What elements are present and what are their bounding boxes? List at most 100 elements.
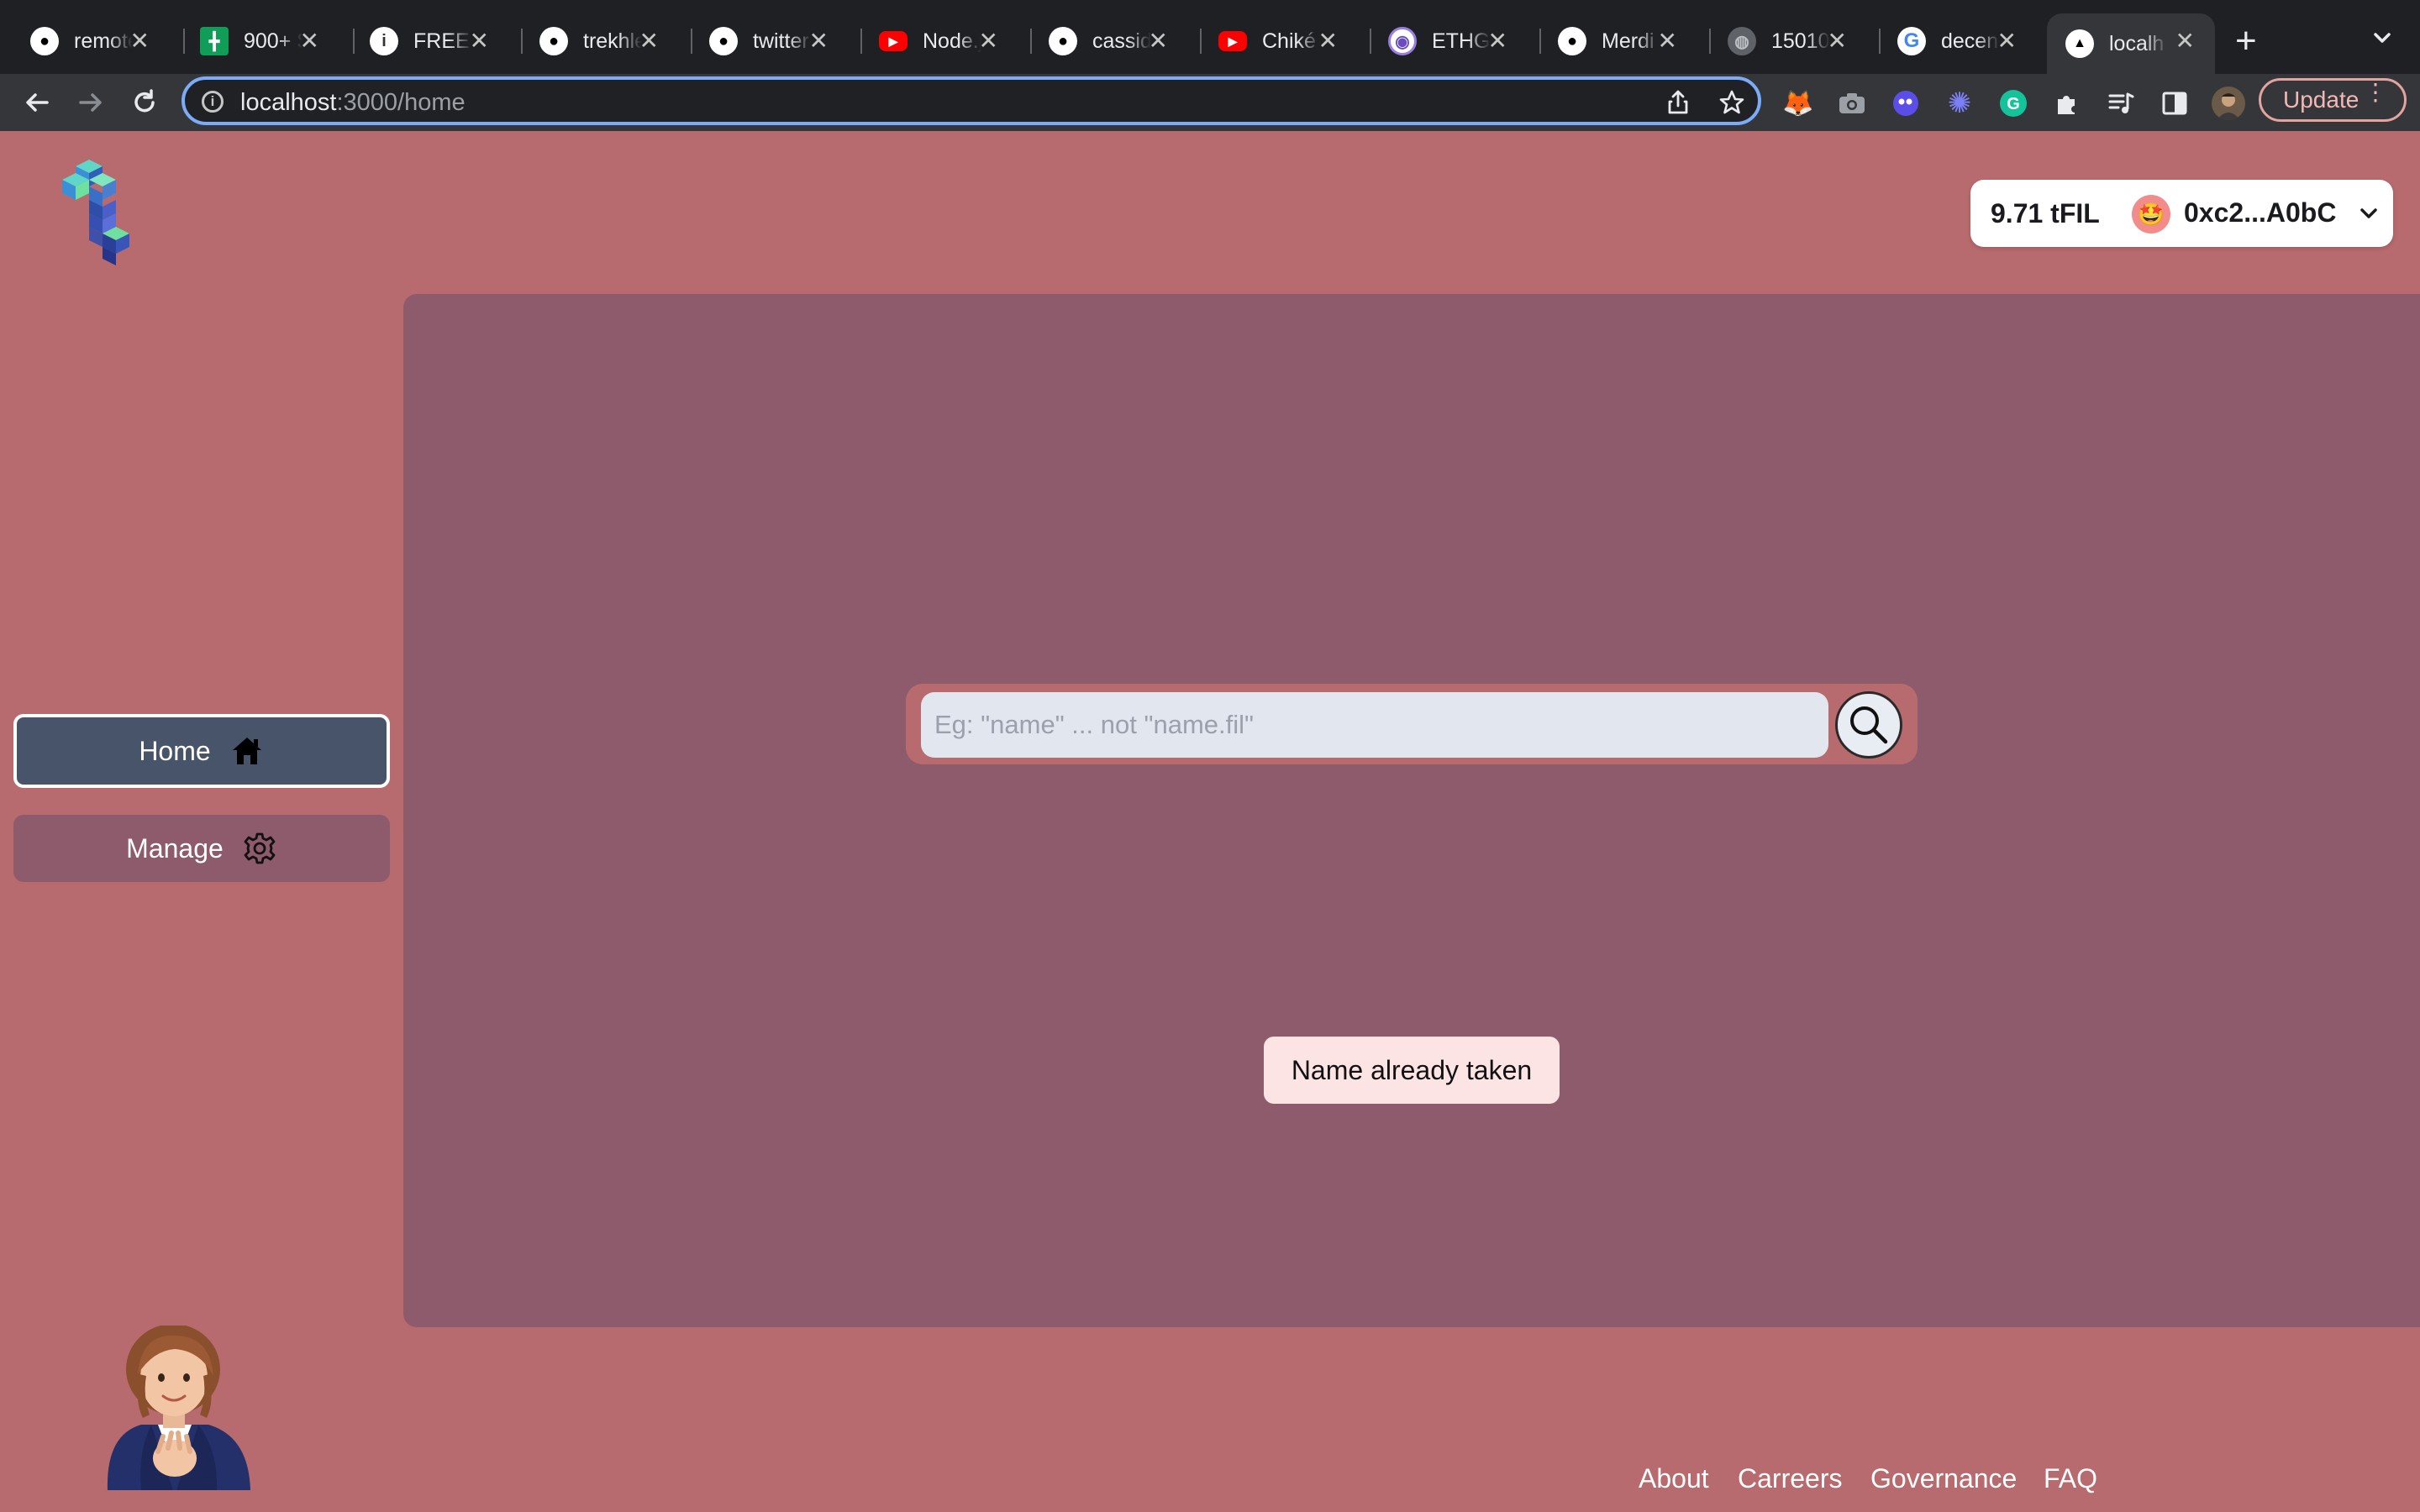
tab-title: remote [74,29,133,53]
url-host: localhost [240,89,337,116]
close-icon[interactable]: ✕ [1658,29,1677,54]
browser-tab[interactable]: ╋ 900+ S ✕ [170,13,339,69]
back-arrow-icon[interactable] [20,86,54,119]
vercel-icon: ▲ [2065,29,2094,58]
ghost-extension-icon[interactable] [1889,87,1923,120]
close-icon[interactable]: ✕ [2175,29,2195,54]
tab-title: Chiké [1262,29,1316,53]
close-icon[interactable]: ✕ [1488,29,1507,54]
new-tab-button[interactable]: + [2235,20,2257,62]
reload-icon[interactable] [128,86,161,119]
sidebar-item-home[interactable]: Home [13,714,390,788]
tab-title: Node.j [923,29,981,53]
browser-tab[interactable]: ● Merdi ✕ [1528,13,1697,69]
tab-title: 15010 [1771,29,1830,53]
url-text[interactable]: localhost:3000/home [240,89,466,117]
browser-tab[interactable]: i FREE I ✕ [339,13,509,69]
tab-title: localh [2109,31,2165,55]
camera-icon[interactable] [1835,87,1869,120]
account-avatar-icon: 🤩 [2132,195,2170,234]
browser-toolbar: i localhost:3000/home 🦊 ✺ G Update ⋮ [0,74,2420,131]
wallet-balance: 9.71 tFIL [1991,198,2100,228]
footer-link-faq[interactable]: FAQ [2044,1463,2097,1494]
search-icon [1850,706,1888,744]
tab-title: twitter [753,29,809,53]
search-button[interactable] [1835,691,1902,759]
browser-tab-active[interactable]: ▲ localh ✕ [2047,13,2215,74]
close-icon[interactable]: ✕ [1828,29,1847,54]
forward-arrow-icon[interactable] [74,86,108,119]
account-button[interactable]: 🤩 0xc2...A0bC [2115,185,2386,242]
main-content-panel [403,294,2420,1327]
browser-tab[interactable]: ● trekhle ✕ [509,13,679,69]
footer-link-about[interactable]: About [1639,1463,1709,1494]
share-icon[interactable] [1664,88,1692,117]
browser-tab[interactable]: ◍ 15010 ✕ [1697,13,1867,69]
footer-link-careers[interactable]: Carreers [1738,1463,1842,1494]
tab-title: cassid [1092,29,1151,53]
house-icon [229,733,265,769]
browser-tab-strip: ● remote ✕ ╋ 900+ S ✕ i FREE I ✕ ● trekh… [0,0,2420,74]
footer-link-governance[interactable]: Governance [1870,1463,2017,1494]
wallet-connect-widget[interactable]: 9.71 tFIL 🤩 0xc2...A0bC [1970,180,2393,247]
youtube-icon: ▶ [1218,31,1247,51]
address-bar[interactable]: i localhost:3000/home [182,76,1761,125]
browser-tab[interactable]: ● twitter ✕ [679,13,849,69]
browser-tab[interactable]: ▶ Node.j ✕ [849,13,1018,69]
tab-title: decen [1941,29,1999,53]
close-icon[interactable]: ✕ [1318,29,1338,54]
sidebar-item-label: Manage [126,832,224,864]
youtube-icon: ▶ [879,31,908,51]
side-panel-icon[interactable] [2158,87,2191,120]
github-icon: ● [709,27,738,55]
tab-title: Merdi [1602,29,1655,53]
browser-tab[interactable]: G decen ✕ [1867,13,2037,69]
svg-text:G: G [2007,95,2020,113]
browser-tab[interactable]: ◉ ETHGl ✕ [1358,13,1528,69]
browser-tab[interactable]: ● remote ✕ [0,13,170,69]
more-menu-icon[interactable]: ⋮ [2364,81,2387,104]
tab-title: 900+ S [244,29,302,53]
update-label: Update [2283,87,2360,113]
close-icon[interactable]: ✕ [1997,29,2017,54]
github-icon: ● [1558,27,1586,55]
tab-title: FREE I [413,29,472,53]
close-icon[interactable]: ✕ [809,29,829,54]
name-search-bar [906,684,1918,764]
github-icon: ● [539,27,568,55]
url-path: :3000/home [336,89,466,116]
tab-title: trekhle [583,29,642,53]
ethglobal-icon: ◉ [1388,27,1417,55]
close-icon[interactable]: ✕ [300,29,319,54]
grammarly-icon[interactable]: G [1996,87,2030,120]
browser-tab[interactable]: ▶ Chiké ✕ [1188,13,1358,69]
metamask-fox-icon[interactable]: 🦊 [1781,87,1815,120]
sidebar-item-label: Home [139,735,211,766]
bookmark-star-icon[interactable] [1718,88,1746,117]
name-search-input[interactable] [921,692,1828,758]
close-icon[interactable]: ✕ [1149,29,1168,54]
app-logo [62,160,129,265]
wallet-address: 0xc2...A0bC [2184,197,2337,228]
sparkle-extension-icon[interactable]: ✺ [1943,87,1976,120]
google-icon: G [1897,27,1926,55]
sheets-icon: ╋ [200,27,229,55]
github-icon: ● [30,27,59,55]
profile-avatar[interactable] [2212,87,2245,120]
media-queue-icon[interactable] [2104,87,2138,120]
assistant-avatar-illustration [107,1326,250,1490]
site-info-icon[interactable]: i [202,91,224,113]
browser-tab[interactable]: ● cassid ✕ [1018,13,1188,69]
close-icon[interactable]: ✕ [470,29,489,54]
close-icon[interactable]: ✕ [639,29,659,54]
sidebar-item-manage[interactable]: Manage [13,815,390,882]
gear-icon [242,831,277,866]
update-button[interactable]: Update ⋮ [2259,78,2407,122]
chevron-down-icon [2360,208,2377,218]
extensions-puzzle-icon[interactable] [2050,87,2084,120]
github-icon: ● [1049,27,1077,55]
globe-icon: ◍ [1728,27,1756,55]
tab-search-chevron-icon[interactable] [2368,24,2396,52]
close-icon[interactable]: ✕ [979,29,998,54]
close-icon[interactable]: ✕ [130,29,150,54]
